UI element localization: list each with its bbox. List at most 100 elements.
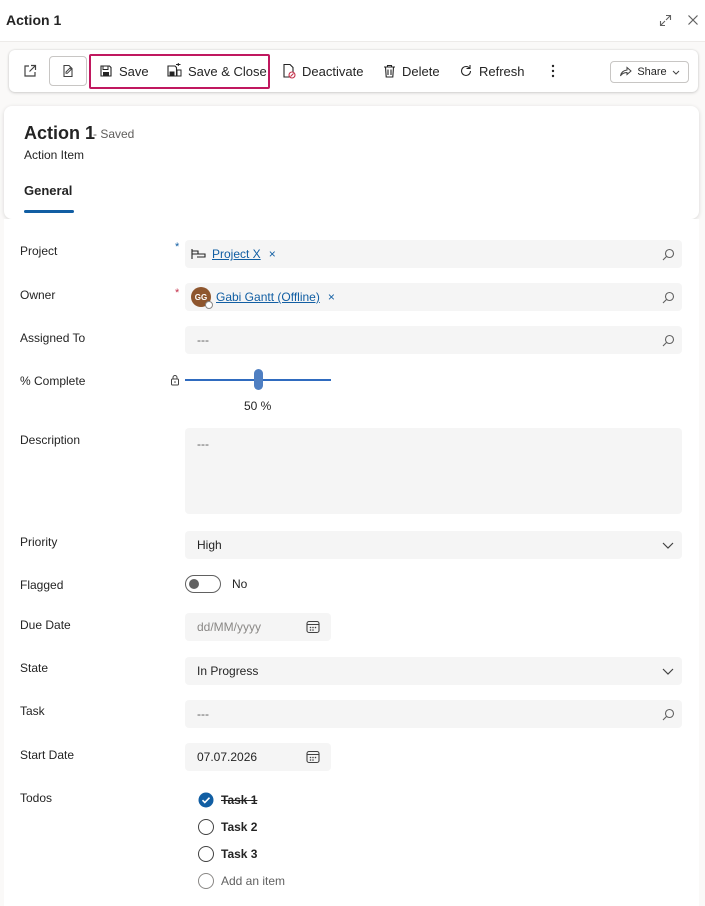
close-icon[interactable] — [684, 11, 702, 29]
delete-button[interactable]: Delete — [383, 56, 440, 86]
share-label: Share — [637, 66, 667, 78]
form-settings-button[interactable] — [49, 56, 87, 86]
tab-general[interactable]: General — [24, 183, 72, 198]
due-date-label: Due Date — [20, 618, 71, 632]
priority-value: High — [197, 538, 222, 552]
save-button[interactable]: Save — [99, 56, 149, 86]
chevron-down-icon — [672, 70, 680, 75]
form-body: Project * Project X × Owner * GG Gabi Ga… — [4, 219, 699, 906]
record-header: Action 1 - Saved Action Item General — [4, 106, 699, 219]
remove-owner-button[interactable]: × — [328, 290, 335, 304]
more-commands-button[interactable] — [545, 56, 561, 86]
entity-name: Action Item — [24, 148, 85, 162]
flagged-value: No — [232, 577, 248, 591]
owner-required-mark: * — [175, 287, 180, 299]
owner-label: Owner — [20, 288, 56, 302]
search-icon[interactable] — [660, 289, 676, 305]
expand-icon[interactable] — [656, 11, 674, 29]
due-date-placeholder: dd/MM/yyyy — [197, 620, 262, 634]
calendar-icon[interactable] — [305, 619, 321, 635]
state-select[interactable]: In Progress — [185, 657, 682, 685]
todo-text: Task 3 — [221, 847, 258, 861]
deactivate-button[interactable]: Deactivate — [282, 56, 363, 86]
task-label: Task — [20, 704, 45, 718]
presence-offline-icon — [205, 301, 213, 309]
checked-circle-icon[interactable] — [198, 792, 214, 808]
refresh-button[interactable]: Refresh — [459, 56, 525, 86]
window-titlebar: Action 1 — [0, 0, 705, 42]
project-icon — [191, 249, 206, 259]
avatar: GG — [191, 287, 213, 309]
todo-text: Task 2 — [221, 820, 258, 834]
start-date-value: 07.07.2026 — [197, 750, 258, 764]
save-and-close-button[interactable]: Save & Close — [166, 56, 267, 86]
save-and-close-icon — [167, 63, 182, 77]
project-lookup[interactable]: Project X × — [185, 240, 682, 268]
open-in-new-window-button[interactable] — [19, 56, 41, 86]
todo-item[interactable]: Task 2 — [198, 818, 257, 836]
flagged-toggle[interactable] — [185, 575, 221, 593]
share-button[interactable]: Share — [610, 61, 689, 83]
slider-thumb[interactable] — [253, 369, 263, 390]
project-label: Project — [20, 244, 58, 258]
deactivate-label: Deactivate — [302, 63, 364, 79]
state-label: State — [20, 661, 49, 675]
description-label: Description — [20, 433, 81, 447]
save-status: - Saved — [93, 127, 135, 141]
description-textarea[interactable]: --- — [185, 428, 682, 514]
more-vertical-icon — [551, 64, 555, 78]
project-link[interactable]: Project X — [212, 247, 261, 261]
assigned-to-value: --- — [197, 333, 209, 347]
save-icon — [100, 65, 112, 77]
calendar-icon[interactable] — [305, 749, 321, 765]
add-item-label: Add an item — [221, 874, 286, 888]
search-icon[interactable] — [660, 246, 676, 262]
unchecked-circle-icon[interactable] — [198, 819, 214, 835]
trash-icon — [384, 64, 395, 78]
search-icon[interactable] — [660, 332, 676, 348]
record-title: Action 1 — [24, 123, 96, 143]
project-required-mark: * — [175, 241, 180, 253]
description-value: --- — [197, 437, 209, 451]
owner-lookup[interactable]: GG Gabi Gantt (Offline) × — [185, 283, 682, 311]
lock-icon — [171, 375, 179, 386]
assigned-to-lookup[interactable]: --- — [185, 326, 682, 354]
priority-select[interactable]: High — [185, 531, 682, 559]
assigned-to-label: Assigned To — [20, 331, 86, 345]
todo-text: Task 1 — [221, 793, 258, 807]
percent-complete-value: 50 % — [244, 399, 272, 413]
search-icon[interactable] — [660, 706, 676, 722]
tab-selected-indicator — [24, 210, 74, 213]
share-icon — [620, 66, 633, 77]
save-label: Save — [119, 63, 149, 79]
delete-label: Delete — [402, 63, 440, 79]
remove-project-button[interactable]: × — [269, 247, 276, 261]
avatar-initials: GG — [194, 292, 208, 302]
start-date-input[interactable]: 07.07.2026 — [185, 743, 331, 771]
chevron-down-icon — [660, 663, 676, 679]
priority-label: Priority — [20, 535, 58, 549]
save-and-close-label: Save & Close — [188, 63, 267, 79]
todo-item[interactable]: Task 1 — [198, 791, 257, 809]
refresh-icon — [460, 65, 472, 77]
open-in-new-window-icon — [24, 64, 37, 77]
todos-label: Todos — [20, 791, 53, 805]
start-date-label: Start Date — [20, 748, 75, 762]
form-edit-icon — [63, 64, 73, 78]
todo-item[interactable]: Task 3 — [198, 845, 257, 863]
task-lookup[interactable]: --- — [185, 700, 682, 728]
command-bar: Save Save & Close Deactivate Delete Refr… — [9, 50, 698, 92]
percent-complete-label: % Complete — [20, 374, 86, 388]
window-title: Action 1 — [6, 12, 62, 28]
due-date-input[interactable]: dd/MM/yyyy — [185, 613, 331, 641]
owner-tag: GG Gabi Gantt (Offline) × — [191, 287, 335, 309]
add-todo-item[interactable]: Add an item — [198, 872, 285, 890]
owner-link[interactable]: Gabi Gantt (Offline) — [216, 290, 320, 304]
flagged-label: Flagged — [20, 578, 64, 592]
toggle-knob — [189, 579, 199, 589]
unchecked-circle-icon[interactable] — [198, 846, 214, 862]
project-tag: Project X × — [191, 244, 276, 264]
add-circle-icon — [198, 873, 214, 889]
deactivate-icon — [283, 63, 296, 79]
task-value: --- — [197, 707, 209, 721]
